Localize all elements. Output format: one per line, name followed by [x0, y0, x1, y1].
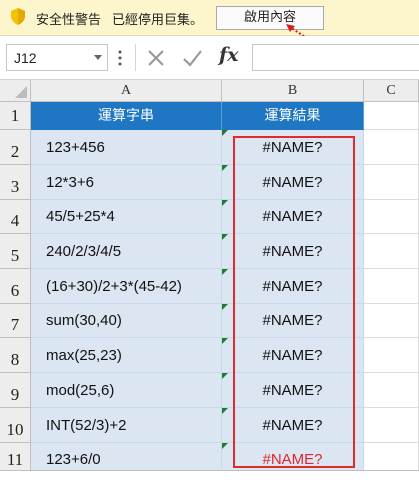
result-value: #NAME? [262, 208, 323, 225]
error-indicator-icon [222, 304, 228, 310]
security-warning-message: 已經停用巨集。 [112, 13, 204, 28]
security-warning-title: 安全性警告 [36, 13, 102, 28]
error-indicator-icon [222, 130, 228, 136]
chevron-down-icon[interactable] [94, 55, 102, 60]
error-indicator-icon [222, 338, 228, 344]
result-value: #NAME? [262, 139, 323, 156]
expression-cell[interactable]: 240/2/3/4/5 [31, 234, 222, 269]
result-cell[interactable]: #NAME? [222, 130, 364, 165]
expression-cell[interactable]: max(25,23) [31, 338, 222, 373]
error-indicator-icon [222, 165, 228, 171]
error-indicator-icon [222, 373, 228, 379]
result-cell[interactable]: #NAME? [222, 373, 364, 408]
error-indicator-icon [222, 234, 228, 240]
expression-cell[interactable]: (16+30)/2+3*(45-42) [31, 269, 222, 304]
result-value: #NAME? [262, 451, 323, 468]
name-box-value: J12 [14, 50, 37, 66]
error-indicator-icon [222, 443, 228, 449]
column-header-c[interactable]: C [364, 80, 419, 102]
header-cell-expression[interactable]: 運算字串 [31, 102, 222, 130]
expression-cell[interactable]: INT(52/3)+2 [31, 408, 222, 443]
row-header-9[interactable]: 9 [0, 373, 31, 408]
column-header-a[interactable]: A [31, 80, 222, 102]
result-value: #NAME? [262, 312, 323, 329]
error-indicator-icon [222, 408, 228, 414]
cell-c[interactable] [364, 234, 419, 269]
row-header-3[interactable]: 3 [0, 165, 31, 200]
cell-c[interactable] [364, 165, 419, 200]
more-options-icon[interactable] [118, 49, 122, 67]
expression-cell[interactable]: 123+456 [31, 130, 222, 165]
result-value: #NAME? [262, 347, 323, 364]
cancel-icon[interactable] [144, 46, 168, 70]
formula-input[interactable] [252, 44, 419, 71]
cell-c1[interactable] [364, 102, 419, 130]
row-header-8[interactable]: 8 [0, 338, 31, 373]
expression-cell[interactable]: mod(25,6) [31, 373, 222, 408]
result-value: #NAME? [262, 417, 323, 434]
cell-c[interactable] [364, 130, 419, 165]
shield-icon [11, 8, 25, 25]
row-header-1[interactable]: 1 [0, 102, 31, 130]
row-header-10[interactable]: 10 [0, 408, 31, 443]
expression-cell[interactable]: sum(30,40) [31, 304, 222, 338]
result-cell[interactable]: #NAME? [222, 338, 364, 373]
result-value: #NAME? [262, 382, 323, 399]
cell-c[interactable] [364, 443, 419, 471]
cell-c[interactable] [364, 408, 419, 443]
expression-cell[interactable]: 45/5+25*4 [31, 200, 222, 234]
result-cell[interactable]: #NAME? [222, 200, 364, 234]
column-header-b[interactable]: B [222, 80, 364, 102]
error-indicator-icon [222, 269, 228, 275]
insert-function-button[interactable]: fx [219, 44, 239, 66]
result-value: #NAME? [262, 278, 323, 295]
row-header-2[interactable]: 2 [0, 130, 31, 165]
formula-bar: J12 fx [0, 36, 419, 80]
cell-c[interactable] [364, 338, 419, 373]
error-indicator-icon [222, 200, 228, 206]
select-all-icon [15, 86, 27, 98]
enter-check-icon[interactable] [180, 46, 204, 70]
result-cell[interactable]: #NAME? [222, 304, 364, 338]
result-cell[interactable]: #NAME? [222, 269, 364, 304]
cell-c[interactable] [364, 304, 419, 338]
result-cell[interactable]: #NAME? [222, 408, 364, 443]
security-warning-bar: 安全性警告 已經停用巨集。 啟用內容 [0, 0, 419, 36]
result-value: #NAME? [262, 174, 323, 191]
cell-c[interactable] [364, 373, 419, 408]
name-box[interactable]: J12 [6, 44, 108, 71]
expression-cell[interactable]: 12*3+6 [31, 165, 222, 200]
row-header-4[interactable]: 4 [0, 200, 31, 234]
cell-c[interactable] [364, 200, 419, 234]
expression-cell[interactable]: 123+6/0 [31, 443, 222, 471]
cell-c[interactable] [364, 269, 419, 304]
row-header-11[interactable]: 11 [0, 443, 31, 471]
row-header-6[interactable]: 6 [0, 269, 31, 304]
result-cell[interactable]: #NAME? [222, 165, 364, 200]
header-cell-result[interactable]: 運算結果 [222, 102, 364, 130]
result-cell[interactable]: #NAME? [222, 443, 364, 471]
sheet-bottom-edge [0, 470, 419, 486]
result-value: #NAME? [262, 243, 323, 260]
result-cell[interactable]: #NAME? [222, 234, 364, 269]
row-header-7[interactable]: 7 [0, 304, 31, 338]
row-header-5[interactable]: 5 [0, 234, 31, 269]
divider [135, 44, 136, 71]
select-all-corner[interactable] [0, 80, 31, 102]
